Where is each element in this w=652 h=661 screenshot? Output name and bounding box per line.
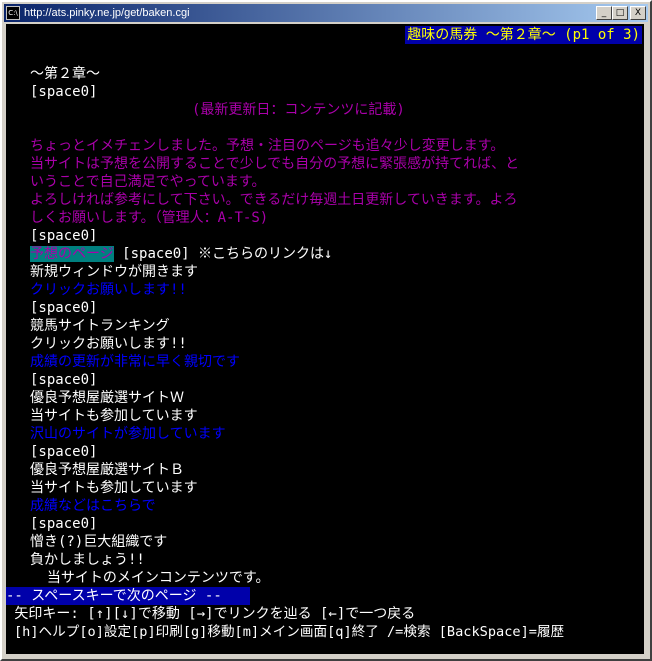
site-w-title: 優良予想屋厳選サイトＷ [30, 390, 184, 406]
ranking-link[interactable]: 成績の更新が非常に早く親切です [30, 353, 240, 371]
minimize-button[interactable]: _ [596, 6, 612, 20]
last-updated-text: (最新更新日：コンテンツに記載) [192, 102, 405, 118]
space-tag: [space0] [30, 372, 98, 388]
intro-line: 当サイトは予想を公開することで少しでも自分の予想に緊張感が持てれば、と [30, 156, 520, 172]
site-w-join-text: 当サイトも参加しています [30, 408, 198, 424]
site-b-join-text: 当サイトも参加しています [30, 480, 198, 496]
intro-line: よろしければ参考にして下さい。できるだけ毎週土日更新していきます。よろ [30, 192, 518, 208]
console-window: C:\ http://ats.pinky.ne.jp/get/baken.cgi… [0, 0, 652, 661]
org-text: 負かしましょう!! [30, 552, 145, 568]
next-page-prompt: -- スペースキーで次のページ -- [6, 587, 250, 605]
space-tag: [space0] [30, 228, 98, 244]
main-contents-text: 当サイトのメインコンテンツです。 [30, 570, 270, 586]
ranking-title: 競馬サイトランキング [30, 318, 170, 334]
help-line-commands: [h]ヘルプ[o]設定[p]印刷[g]移動[m]メイン画面[q]終了 /=検索 … [14, 624, 565, 640]
close-button[interactable]: X [630, 6, 646, 20]
intro-line: しくお願いします。（管理人：A-T-S) [30, 210, 269, 226]
intro-line: ちょっとイメチェンしました。予想・注目のページも追々少し変更します。 [30, 138, 505, 154]
space-tag: [space0] [30, 300, 98, 316]
maximize-button[interactable]: □ [612, 6, 628, 20]
page-header-bar: 趣味の馬券 ～第２章～ (p1 of 3) [405, 26, 642, 44]
click-please-link[interactable]: クリックお願いします!! [30, 281, 187, 299]
site-w-link[interactable]: 沢山のサイトが参加しています [30, 425, 226, 443]
help-line-arrows: 矢印キー: [↑][↓]で移動 [→]でリンクを辿る [←]で一つ戻る [6, 606, 416, 622]
title-bar[interactable]: C:\ http://ats.pinky.ne.jp/get/baken.cgi… [4, 4, 648, 22]
org-text: 憎き(?)巨大組織です [30, 534, 168, 550]
window-title: http://ats.pinky.ne.jp/get/baken.cgi [24, 7, 190, 19]
site-b-link[interactable]: 成績などはこちらで [30, 497, 156, 515]
console-app-icon[interactable]: C:\ [6, 6, 20, 20]
space-tag: [space0] [30, 444, 98, 460]
prediction-page-link[interactable]: 予想のページ [30, 246, 114, 262]
link-note: ※こちらのリンクは↓ [189, 246, 333, 262]
new-window-note: 新規ウィンドウが開きます [30, 264, 198, 280]
space-tag: [space0] [122, 246, 190, 262]
terminal-screen[interactable]: 趣味の馬券 ～第２章～ (p1 of 3) ～第２章～ [space0] (最新… [6, 24, 644, 654]
space-tag: [space0] [30, 516, 98, 532]
ranking-click-text: クリックお願いします!! [30, 336, 187, 352]
prediction-line: 予想のページ [space0] ※こちらのリンクは↓ [30, 245, 332, 263]
space-tag: [space0] [30, 84, 98, 100]
intro-line: いうことで自己満足でやっています。 [30, 174, 266, 190]
chapter-heading: ～第２章～ [30, 66, 100, 82]
site-b-title: 優良予想屋厳選サイトＢ [30, 462, 184, 478]
